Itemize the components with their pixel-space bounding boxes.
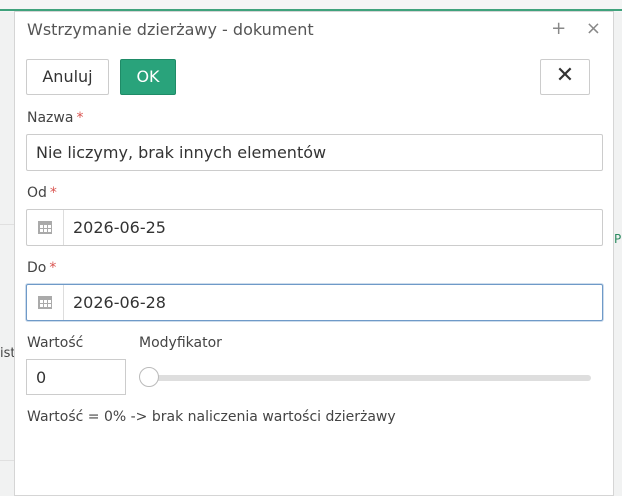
from-date-value: 2026-06-25 [73,218,166,237]
value-input-value: 0 [36,368,47,387]
calendar-icon [38,221,52,234]
dialog-title: Wstrzymanie dzierżawy - dokument [27,20,314,39]
to-date-input[interactable]: 2026-06-28 [26,284,603,321]
name-label: Nazwa * [27,110,83,126]
modifier-slider-thumb[interactable] [139,367,159,387]
background-divider [0,224,14,225]
to-label: Do * [27,260,56,276]
background-divider [0,460,14,461]
name-input[interactable]: Nie liczymy, brak innych elementów [26,134,603,171]
name-label-text: Nazwa [27,110,74,126]
calendar-icon [38,296,52,309]
close-icon[interactable]: × [586,18,601,39]
add-icon[interactable]: + [551,18,566,39]
name-input-value: Nie liczymy, brak innych elementów [36,143,327,162]
modifier-label: Modyfikator [139,335,222,351]
required-mark: * [49,260,57,276]
dialog: Wstrzymanie dzierżawy - dokument + × Anu… [14,11,614,496]
value-label: Wartość [27,335,84,351]
calendar-button[interactable] [27,210,64,245]
ok-button[interactable]: OK [120,59,176,95]
close-button[interactable]: ✕ [540,59,590,95]
to-date-value: 2026-06-28 [73,293,166,312]
calendar-button[interactable] [27,285,64,320]
required-mark: * [49,185,57,201]
from-label-text: Od [27,185,47,201]
title-actions: + × [537,18,601,39]
background-right-panel [614,12,622,496]
background-text-fragment: ist [0,346,14,361]
required-mark: * [76,110,84,126]
background-left-panel [0,12,14,496]
cancel-button[interactable]: Anuluj [26,59,109,95]
from-date-input[interactable]: 2026-06-25 [26,209,603,246]
hint-text: Wartość = 0% -> brak naliczenia wartości… [27,409,396,425]
to-label-text: Do [27,260,47,276]
modifier-slider-track[interactable] [150,375,591,381]
background-text-fragment: P3 [614,232,622,246]
value-input[interactable]: 0 [26,359,126,395]
from-label: Od * [27,185,57,201]
